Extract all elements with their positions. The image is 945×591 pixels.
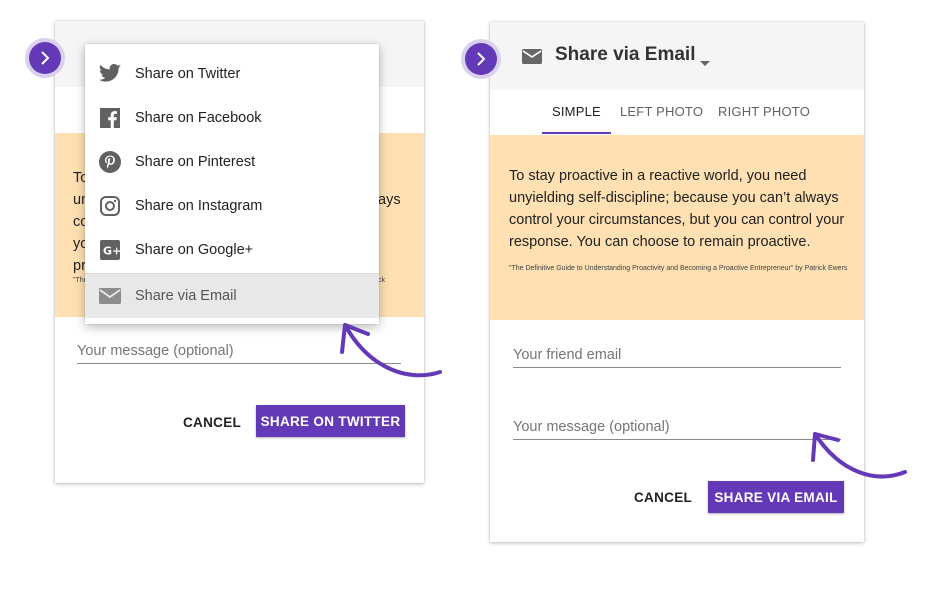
google-plus-icon: G+ xyxy=(97,237,123,263)
quote-fragment-right: ays xyxy=(378,192,401,208)
menu-item-facebook[interactable]: Share on Facebook xyxy=(85,96,379,140)
quote-text: To stay proactive in a reactive world, y… xyxy=(509,168,845,250)
friend-email-input[interactable]: Your friend email xyxy=(513,347,841,368)
title-dropdown-icon[interactable] xyxy=(700,54,710,72)
pinterest-icon xyxy=(97,149,123,175)
instagram-icon xyxy=(97,193,123,219)
menu-item-pinterest[interactable]: Share on Pinterest xyxy=(85,140,379,184)
tab-simple[interactable]: SIMPLE xyxy=(542,90,611,134)
tab-right-photo[interactable]: RIGHT PHOTO xyxy=(718,90,810,134)
left-panel-toggle-button[interactable] xyxy=(29,42,61,74)
tab-left-photo[interactable]: LEFT PHOTO xyxy=(620,90,703,134)
cancel-button[interactable]: CANCEL xyxy=(183,415,241,430)
menu-item-google-plus[interactable]: G+ Share on Google+ xyxy=(85,228,379,272)
cancel-button[interactable]: CANCEL xyxy=(634,490,692,505)
right-dialog-header: Share via Email xyxy=(490,22,864,90)
menu-item-label: Share via Email xyxy=(135,288,237,304)
dialog-title: Share via Email xyxy=(555,44,696,65)
share-menu: Share on Twitter Share on Facebook Share… xyxy=(85,44,379,324)
menu-item-label: Share on Instagram xyxy=(135,198,263,214)
source-fragment-right: ck xyxy=(378,277,385,284)
quote-block: To stay proactive in a reactive world, y… xyxy=(490,135,864,320)
chevron-right-icon xyxy=(477,52,486,66)
annotation-arrow-icon xyxy=(340,323,442,378)
quote-source: "The Definitive Guide to Understanding P… xyxy=(509,265,848,272)
template-tabs: SIMPLE LEFT PHOTO RIGHT PHOTO xyxy=(490,90,864,134)
menu-item-label: Share on Twitter xyxy=(135,66,241,82)
menu-item-label: Share on Pinterest xyxy=(135,154,256,170)
annotation-arrow-icon xyxy=(811,432,907,479)
message-placeholder: Your message (optional) xyxy=(77,343,234,359)
right-panel-toggle-button[interactable] xyxy=(465,43,497,75)
menu-item-instagram[interactable]: Share on Instagram xyxy=(85,184,379,228)
menu-item-label: Share on Facebook xyxy=(135,110,262,126)
email-icon xyxy=(522,49,542,69)
facebook-icon xyxy=(97,105,123,131)
message-input[interactable]: Your message (optional) xyxy=(513,419,841,440)
share-on-twitter-button[interactable]: SHARE ON TWITTER xyxy=(256,405,405,437)
chevron-right-icon xyxy=(41,51,50,65)
svg-text:G+: G+ xyxy=(103,245,120,258)
twitter-icon xyxy=(97,61,123,87)
friend-email-placeholder: Your friend email xyxy=(513,347,622,363)
email-icon xyxy=(97,283,123,309)
menu-item-label: Share on Google+ xyxy=(135,242,254,258)
menu-item-twitter[interactable]: Share on Twitter xyxy=(85,52,379,96)
message-placeholder: Your message (optional) xyxy=(513,419,670,435)
